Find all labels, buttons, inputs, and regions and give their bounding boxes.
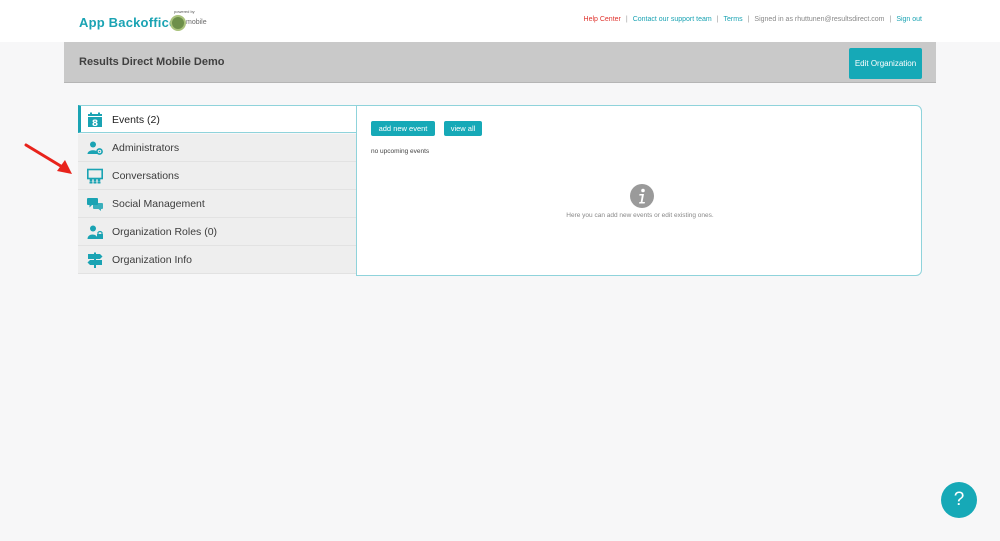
signpost-icon bbox=[87, 252, 103, 268]
svg-text:8: 8 bbox=[92, 119, 98, 128]
sidebar-item-label: Events (2) bbox=[112, 114, 160, 126]
separator: | bbox=[625, 16, 628, 23]
admin-gear-icon bbox=[87, 141, 103, 155]
sidebar-item-social-management[interactable]: Social Management bbox=[78, 190, 357, 218]
info-message: Here you can add new events or edit exis… bbox=[566, 212, 714, 219]
empty-state-text: no upcoming events bbox=[371, 148, 430, 155]
partner-logo: powered by mobile bbox=[168, 9, 214, 35]
sign-out-link[interactable]: Sign out bbox=[896, 16, 922, 23]
sidebar-item-label: Organization Roles (0) bbox=[112, 226, 218, 238]
sidebar-item-label: Organization Info bbox=[112, 254, 192, 266]
organization-header: Results Direct Mobile Demo Edit Organiza… bbox=[64, 42, 936, 83]
add-new-event-button[interactable]: add new event bbox=[371, 121, 435, 136]
separator: | bbox=[747, 16, 750, 23]
separator: | bbox=[716, 16, 719, 23]
sidebar-item-label: Conversations bbox=[112, 170, 180, 182]
app-brand[interactable]: App Backoffice bbox=[79, 15, 176, 30]
sidebar-nav: 8 Events (2) Administrators Conversation… bbox=[78, 105, 358, 276]
top-bar: App Backoffice powered by mobile Help Ce… bbox=[0, 0, 1000, 42]
presentation-icon bbox=[87, 168, 103, 184]
powered-by-text: powered by bbox=[174, 9, 195, 14]
sidebar-item-administrators[interactable]: Administrators bbox=[78, 134, 357, 162]
sidebar-item-label: Social Management bbox=[112, 198, 205, 210]
user-lock-icon bbox=[87, 225, 103, 239]
sidebar-item-events[interactable]: 8 Events (2) bbox=[78, 105, 358, 133]
sidebar-item-organization-roles[interactable]: Organization Roles (0) bbox=[78, 218, 357, 246]
red-arrow-annotation bbox=[24, 143, 72, 174]
calendar-icon: 8 bbox=[88, 112, 102, 128]
terms-link[interactable]: Terms bbox=[724, 16, 743, 23]
top-links: Help Center | Contact our support team | Ter… bbox=[584, 16, 922, 23]
partner-logo-icon bbox=[170, 15, 186, 31]
contact-support-link[interactable]: Contact our support team bbox=[633, 16, 712, 23]
help-center-link[interactable]: Help Center bbox=[584, 16, 621, 23]
organization-title: Results Direct Mobile Demo bbox=[79, 56, 225, 68]
separator: | bbox=[889, 16, 892, 23]
events-panel: add new event view all no upcoming event… bbox=[356, 105, 922, 276]
sidebar-item-conversations[interactable]: Conversations bbox=[78, 162, 357, 190]
edit-organization-button[interactable]: Edit Organization bbox=[849, 48, 922, 79]
help-chat-button[interactable]: ? bbox=[941, 482, 977, 518]
chat-bubbles-icon bbox=[87, 198, 103, 211]
signed-in-text: Signed in as rhuttunen@resultsdirect.com bbox=[754, 16, 885, 23]
info-icon bbox=[630, 184, 654, 208]
partner-logo-text: mobile bbox=[186, 19, 207, 26]
sidebar-item-organization-info[interactable]: Organization Info bbox=[78, 246, 357, 274]
sidebar-item-label: Administrators bbox=[112, 142, 180, 154]
view-all-button[interactable]: view all bbox=[444, 121, 482, 136]
